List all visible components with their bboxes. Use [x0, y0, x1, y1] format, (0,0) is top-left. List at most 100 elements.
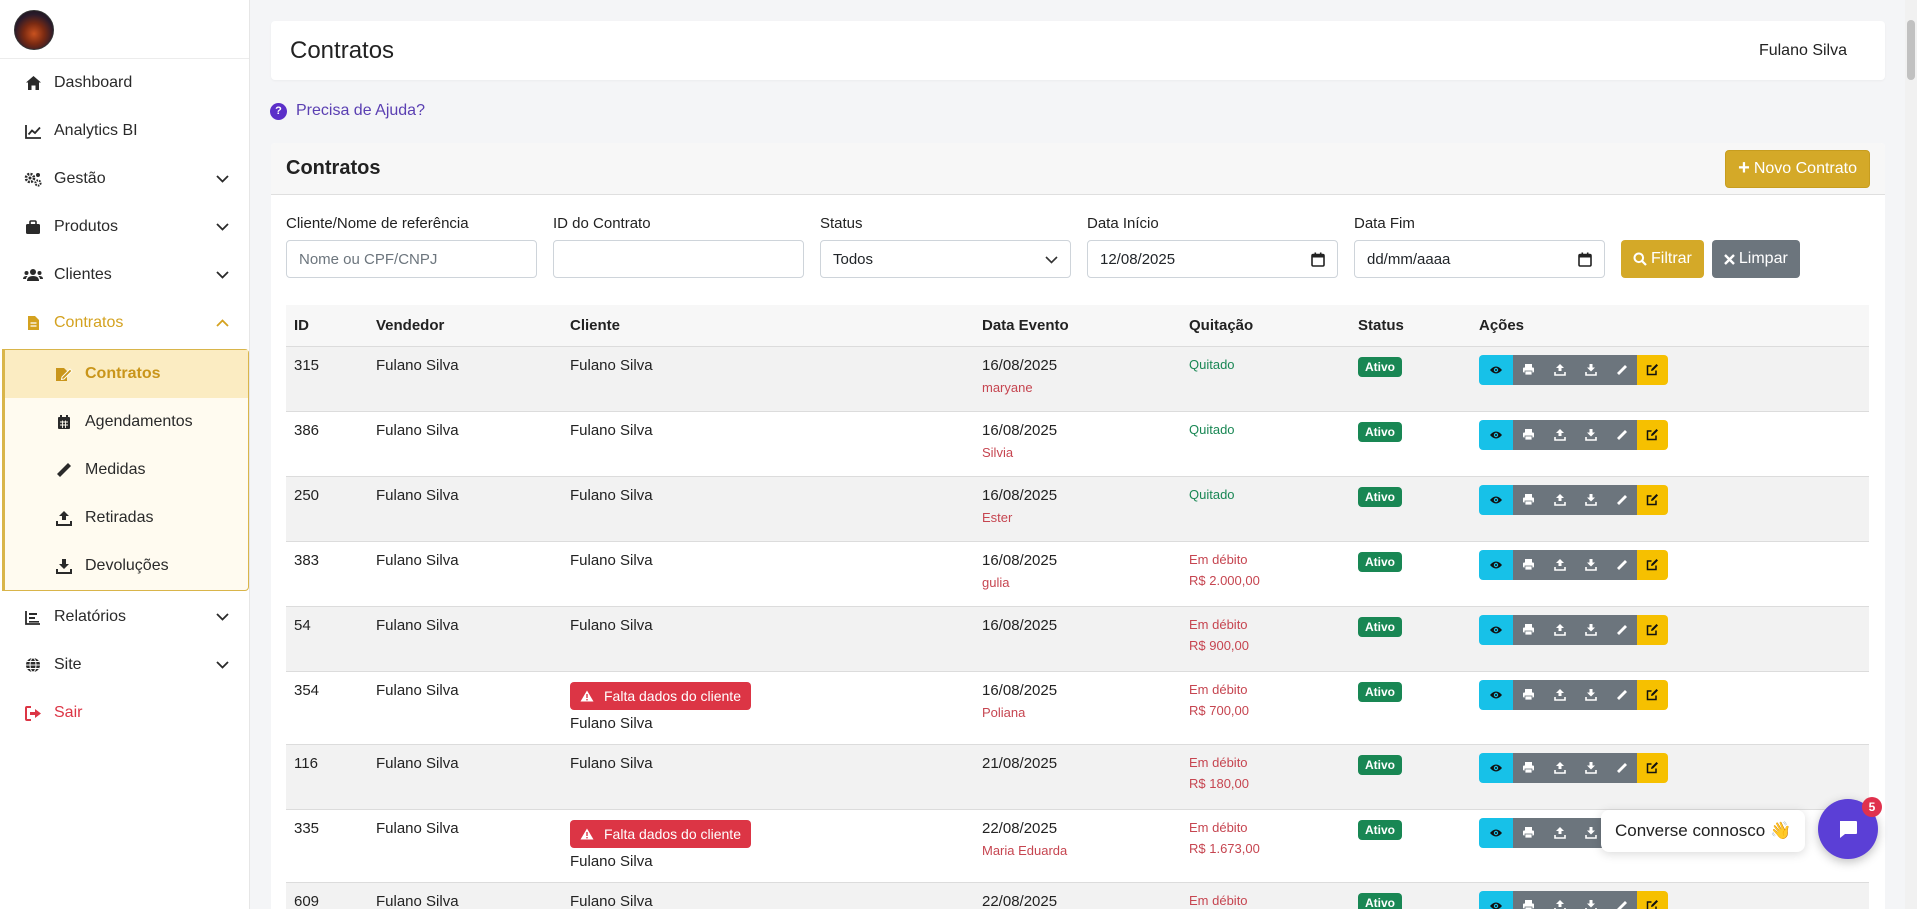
cell-status-wrap: Ativo — [1350, 476, 1471, 542]
cell-event: 16/08/2025 — [974, 606, 1181, 672]
view-button[interactable] — [1479, 549, 1513, 580]
view-button[interactable] — [1479, 817, 1513, 848]
help-link[interactable]: ? Precisa de Ajuda? — [270, 102, 425, 120]
edit-button[interactable] — [1637, 484, 1668, 515]
edit-button[interactable] — [1637, 614, 1668, 645]
table-row[interactable]: 250 Fulano Silva Fulano Silva 16/08/2025 Est… — [286, 476, 1869, 542]
contract-id-input[interactable] — [553, 240, 804, 278]
print-button[interactable] — [1513, 484, 1544, 515]
upload-button[interactable] — [1544, 354, 1575, 385]
download-button[interactable] — [1575, 890, 1606, 909]
upload-button[interactable] — [1544, 614, 1575, 645]
print-button[interactable] — [1513, 679, 1544, 710]
table-row[interactable]: 386 Fulano Silva Fulano Silva 16/08/2025 Sil… — [286, 411, 1869, 477]
measure-button[interactable] — [1606, 484, 1637, 515]
question-circle-icon: ? — [270, 102, 287, 120]
table-row[interactable]: 354 Fulano Silva Falta dados do cliente Ful… — [286, 671, 1869, 745]
table-row[interactable]: 609 Fulano Silva Fulano Silva 22/08/2025 Em … — [286, 882, 1869, 909]
start-date-input[interactable]: 12/08/2025 — [1087, 240, 1338, 278]
view-button[interactable] — [1479, 752, 1513, 783]
print-button[interactable] — [1513, 752, 1544, 783]
download-button[interactable] — [1575, 752, 1606, 783]
cell-payment: Em débito — [1189, 819, 1248, 835]
print-button[interactable] — [1513, 890, 1544, 909]
measure-button[interactable] — [1606, 549, 1637, 580]
company-logo[interactable] — [14, 10, 54, 50]
upload-button[interactable] — [1544, 484, 1575, 515]
submenu-item-retiradas[interactable]: Retiradas — [5, 494, 248, 542]
upload-button[interactable] — [1544, 549, 1575, 580]
upload-button[interactable] — [1544, 679, 1575, 710]
user-name[interactable]: Fulano Silva — [1759, 42, 1847, 60]
view-button[interactable] — [1479, 679, 1513, 710]
edit-button[interactable] — [1637, 890, 1668, 909]
sidebar-item-gestao[interactable]: Gestão — [0, 155, 249, 203]
sidebar-item-produtos[interactable]: Produtos — [0, 203, 249, 251]
measure-button[interactable] — [1606, 679, 1637, 710]
upload-button[interactable] — [1544, 817, 1575, 848]
upload-button[interactable] — [1544, 419, 1575, 450]
sidebar-item-analytics[interactable]: Analytics BI — [0, 107, 249, 155]
table-row[interactable]: 383 Fulano Silva Fulano Silva 16/08/2025 gul… — [286, 541, 1869, 607]
download-button[interactable] — [1575, 354, 1606, 385]
clear-button[interactable]: Limpar — [1711, 240, 1800, 278]
measure-button[interactable] — [1606, 354, 1637, 385]
download-button[interactable] — [1575, 419, 1606, 450]
print-button[interactable] — [1513, 817, 1544, 848]
status-select[interactable]: Todos — [820, 240, 1071, 278]
edit-button[interactable] — [1637, 752, 1668, 783]
end-date-input[interactable]: dd/mm/aaaa — [1354, 240, 1605, 278]
calendar-icon[interactable] — [1578, 252, 1592, 267]
cell-client-wrap: Fulano Silva — [562, 606, 974, 672]
table-row[interactable]: 116 Fulano Silva Fulano Silva 21/08/2025 Em … — [286, 744, 1869, 810]
sidebar-item-clientes[interactable]: Clientes — [0, 251, 249, 299]
view-button[interactable] — [1479, 419, 1513, 450]
cell-event: 22/08/2025 Maria Eduarda — [974, 809, 1181, 883]
download-button[interactable] — [1575, 549, 1606, 580]
download-button[interactable] — [1575, 484, 1606, 515]
cell-id: 116 — [286, 744, 368, 810]
print-button[interactable] — [1513, 549, 1544, 580]
submenu-item-devolucoes[interactable]: Devoluções — [5, 542, 248, 590]
upload-button[interactable] — [1544, 752, 1575, 783]
page-scrollbar[interactable] — [1905, 0, 1917, 909]
measure-button[interactable] — [1606, 419, 1637, 450]
submenu-item-contratos[interactable]: Contratos — [5, 350, 248, 398]
measure-button[interactable] — [1606, 890, 1637, 909]
print-button[interactable] — [1513, 419, 1544, 450]
chat-prompt[interactable]: Converse connosco 👋 — [1601, 810, 1806, 852]
ruler-icon — [1616, 624, 1628, 636]
submenu-item-agendamentos[interactable]: Agendamentos — [5, 398, 248, 446]
view-button[interactable] — [1479, 890, 1513, 909]
scrollbar-thumb[interactable] — [1907, 20, 1915, 80]
submenu-item-medidas[interactable]: Medidas — [5, 446, 248, 494]
download-button[interactable] — [1575, 614, 1606, 645]
sidebar-item-relatorios[interactable]: Relatórios — [0, 593, 249, 641]
download-button[interactable] — [1575, 679, 1606, 710]
print-button[interactable] — [1513, 614, 1544, 645]
sidebar-item-site[interactable]: Site — [0, 641, 249, 689]
status-badge: Ativo — [1358, 356, 1402, 377]
filter-button[interactable]: Filtrar — [1621, 240, 1704, 278]
print-button[interactable] — [1513, 354, 1544, 385]
view-button[interactable] — [1479, 484, 1513, 515]
new-contract-button[interactable]: + Novo Contrato — [1725, 149, 1870, 188]
measure-button[interactable] — [1606, 752, 1637, 783]
table-row[interactable]: 54 Fulano Silva Fulano Silva 16/08/2025 Em d… — [286, 606, 1869, 672]
view-button[interactable] — [1479, 354, 1513, 385]
view-button[interactable] — [1479, 614, 1513, 645]
edit-button[interactable] — [1637, 679, 1668, 710]
measure-button[interactable] — [1606, 614, 1637, 645]
sidebar-item-dashboard[interactable]: Dashboard — [0, 59, 249, 107]
client-input[interactable]: Nome ou CPF/CNPJ — [286, 240, 537, 278]
edit-button[interactable] — [1637, 419, 1668, 450]
edit-button[interactable] — [1637, 549, 1668, 580]
upload-button[interactable] — [1544, 890, 1575, 909]
cell-event: 21/08/2025 — [974, 744, 1181, 810]
sidebar-item-sair[interactable]: Sair — [0, 689, 249, 737]
table-row[interactable]: 315 Fulano Silva Fulano Silva 16/08/2025 mar… — [286, 346, 1869, 412]
edit-button[interactable] — [1637, 354, 1668, 385]
calendar-icon[interactable] — [1311, 252, 1325, 267]
eye-icon — [1489, 430, 1503, 440]
sidebar-item-contratos[interactable]: Contratos — [0, 299, 249, 347]
